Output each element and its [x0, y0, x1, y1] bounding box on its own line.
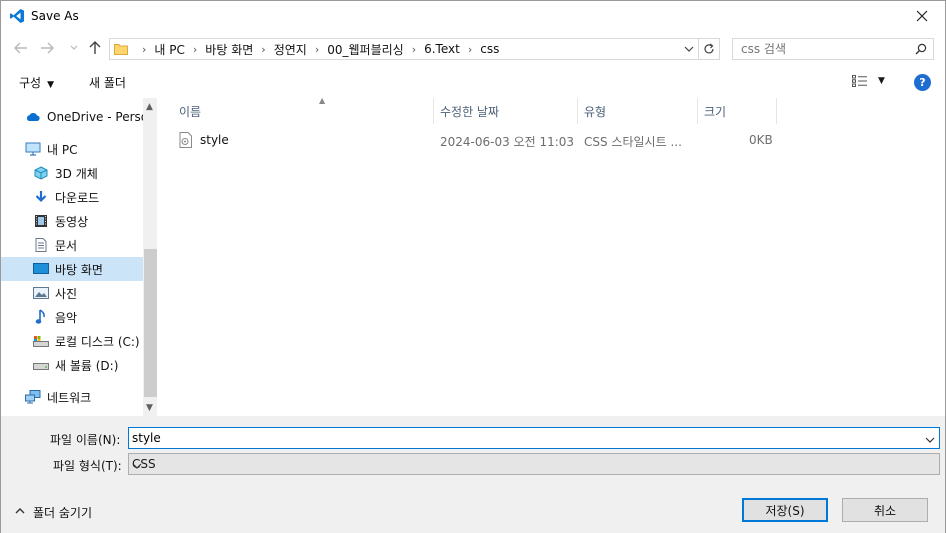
- file-row[interactable]: style 2024-06-03 오전 11:03 CSS 스타일시트 ... …: [179, 128, 779, 152]
- column-divider[interactable]: [697, 98, 698, 124]
- help-icon: ?: [919, 76, 926, 89]
- breadcrumb-item[interactable]: 00_웹퍼블리싱: [327, 41, 403, 58]
- filename-label: 파일 이름(N):: [50, 433, 121, 447]
- column-header-size[interactable]: 크기: [704, 98, 776, 124]
- pc-icon: [25, 141, 41, 157]
- nav-item-network[interactable]: 네트워크: [1, 385, 143, 409]
- column-header-type[interactable]: 유형: [584, 98, 696, 124]
- chevron-down-icon: [70, 45, 78, 50]
- save-button[interactable]: 저장(S): [742, 498, 828, 522]
- organize-button[interactable]: 구성 ▼: [19, 74, 54, 91]
- breadcrumb-item[interactable]: 바탕 화면: [205, 41, 253, 58]
- cancel-button[interactable]: 취소: [842, 498, 928, 522]
- help-button[interactable]: ?: [914, 74, 931, 91]
- view-options-button[interactable]: [852, 75, 868, 90]
- address-bar[interactable]: › 내 PC › 바탕 화면 › 정연지 › 00_웹퍼블리싱 › 6.Text…: [109, 38, 699, 60]
- navigation-row: › 내 PC › 바탕 화면 › 정연지 › 00_웹퍼블리싱 › 6.Text…: [1, 35, 945, 63]
- sort-ascending-icon: ▲: [319, 96, 326, 105]
- nav-item-documents[interactable]: 문서: [1, 233, 143, 257]
- file-list: 이름 ▲ 수정한 날짜 유형 크기 style 2024-06-03 오전 11…: [159, 96, 945, 416]
- file-modified: 2024-06-03 오전 11:03: [440, 135, 575, 149]
- command-bar: 구성 ▼ 새 폴더 ▼ ?: [1, 67, 945, 97]
- filename-combobox[interactable]: [128, 427, 940, 449]
- nav-item-new-volume-d[interactable]: 새 볼륨 (D:): [1, 353, 143, 377]
- up-arrow-icon: [89, 41, 101, 54]
- breadcrumb-item[interactable]: css: [480, 42, 499, 56]
- chevron-down-icon: [684, 46, 694, 52]
- close-icon: [916, 10, 928, 22]
- hide-folders-toggle[interactable]: 폴더 숨기기: [15, 504, 92, 521]
- scrollbar-thumb[interactable]: [144, 249, 157, 397]
- details-view-icon: [852, 75, 867, 87]
- up-button[interactable]: [86, 39, 104, 57]
- recent-locations-button[interactable]: [65, 39, 83, 57]
- 3d-objects-icon: [33, 165, 49, 181]
- vscode-icon: [9, 8, 25, 24]
- download-icon: [33, 189, 49, 205]
- back-arrow-icon: [14, 42, 27, 54]
- organize-label: 구성: [19, 76, 42, 90]
- save-as-dialog: Save As › 내 PC › 바탕 화면 › 정연지 › 00_웹퍼블리싱 …: [0, 0, 946, 533]
- drive-icon: [33, 357, 49, 373]
- breadcrumb-item[interactable]: 내 PC: [154, 41, 184, 58]
- search-input[interactable]: [733, 39, 909, 59]
- filetype-select[interactable]: CSS: [128, 453, 940, 475]
- onedrive-icon: [25, 109, 41, 125]
- nav-item-onedrive[interactable]: OneDrive - Person: [1, 105, 143, 129]
- column-header-modified[interactable]: 수정한 날짜: [440, 98, 578, 124]
- filetype-label: 파일 형식(T):: [53, 459, 122, 473]
- file-size: 0KB: [749, 133, 773, 147]
- scroll-down-icon[interactable]: ▼: [146, 403, 153, 413]
- forward-button[interactable]: [38, 39, 56, 57]
- breadcrumb-item[interactable]: 6.Text: [424, 42, 460, 56]
- breadcrumb: › 내 PC › 바탕 화면 › 정연지 › 00_웹퍼블리싱 › 6.Text…: [142, 41, 500, 58]
- pictures-icon: [33, 285, 49, 301]
- refresh-icon: [704, 43, 714, 54]
- nav-item-3d-objects[interactable]: 3D 개체: [1, 161, 143, 185]
- column-divider[interactable]: [433, 98, 434, 124]
- navigation-pane: OneDrive - Person 내 PC 3D 개체 다운로드 동영상: [1, 98, 157, 416]
- forward-arrow-icon: [41, 42, 54, 54]
- css-file-icon: [179, 132, 193, 151]
- file-name: style: [200, 133, 229, 147]
- column-divider[interactable]: [577, 98, 578, 124]
- nav-item-this-pc[interactable]: 내 PC: [1, 137, 143, 161]
- filename-input[interactable]: [129, 428, 919, 448]
- new-folder-button[interactable]: 새 폴더: [89, 74, 126, 91]
- refresh-button[interactable]: [699, 38, 720, 60]
- window-title: Save As: [31, 9, 79, 23]
- search-icon: [915, 43, 927, 58]
- column-divider[interactable]: [776, 98, 777, 124]
- scroll-up-icon[interactable]: ▲: [146, 102, 153, 112]
- back-button[interactable]: [12, 39, 30, 57]
- nav-scrollbar[interactable]: ▲ ▼: [143, 98, 157, 416]
- nav-item-pictures[interactable]: 사진: [1, 281, 143, 305]
- network-icon: [25, 389, 41, 405]
- music-icon: [33, 309, 49, 325]
- nav-item-desktop[interactable]: 바탕 화면: [1, 257, 143, 281]
- column-header-name[interactable]: 이름 ▲: [179, 96, 433, 124]
- chevron-down-icon: [132, 459, 935, 473]
- close-button[interactable]: [899, 1, 945, 31]
- desktop-icon: [33, 261, 49, 277]
- nav-item-videos[interactable]: 동영상: [1, 209, 143, 233]
- local-disk-icon: [33, 333, 49, 349]
- document-icon: [33, 237, 49, 253]
- nav-item-downloads[interactable]: 다운로드: [1, 185, 143, 209]
- breadcrumb-item[interactable]: 정연지: [274, 41, 307, 58]
- address-dropdown-button[interactable]: [683, 43, 695, 55]
- caret-down-icon: ▼: [47, 80, 55, 90]
- chevron-up-icon: [15, 507, 25, 518]
- search-box[interactable]: [732, 38, 934, 60]
- nav-item-music[interactable]: 음악: [1, 305, 143, 329]
- title-bar: Save As: [1, 1, 945, 31]
- caret-down-icon[interactable]: ▼: [878, 76, 885, 86]
- chevron-down-icon[interactable]: [925, 433, 935, 447]
- folder-icon: [114, 42, 128, 56]
- nav-item-local-disk-c[interactable]: 로컬 디스크 (C:): [1, 329, 143, 353]
- video-icon: [33, 213, 49, 229]
- file-type: CSS 스타일시트 ...: [584, 135, 682, 149]
- hide-folders-label: 폴더 숨기기: [33, 506, 93, 520]
- save-options-panel: 파일 이름(N): 파일 형식(T): CSS 폴더 숨기기 저장(S) 취소: [1, 416, 945, 533]
